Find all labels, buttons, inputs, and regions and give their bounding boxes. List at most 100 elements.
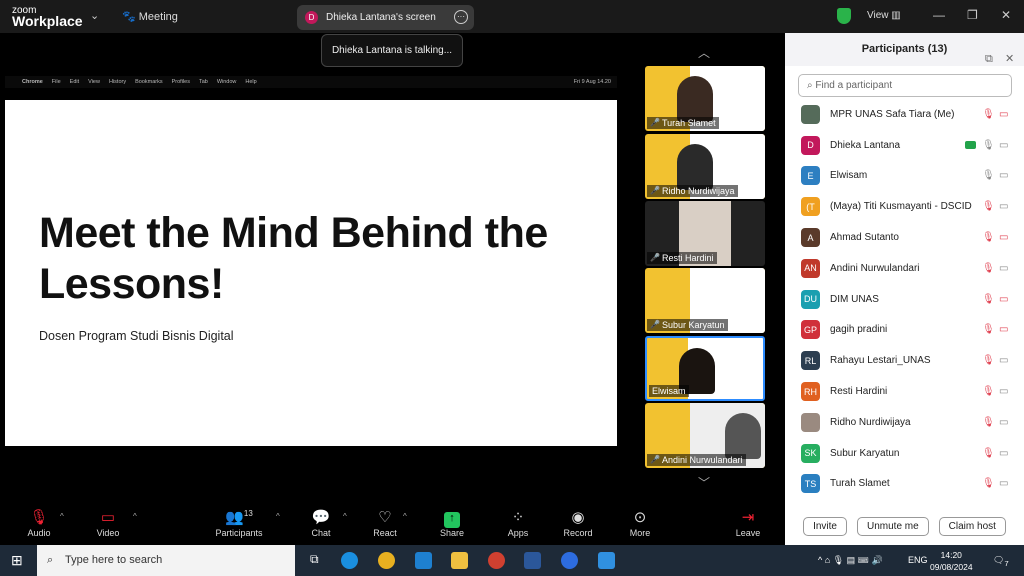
video-icon[interactable]: ▭ — [999, 263, 1008, 274]
participant-row[interactable]: (T (Maya) Titi Kusmayanti - DSCID 🎙 ▭ — [785, 191, 1024, 222]
mic-muted-icon[interactable]: 🎙 — [982, 263, 995, 274]
participant-row[interactable]: Ridho Nurdiwijaya 🎙 ▭ — [785, 407, 1024, 438]
participant-search-input[interactable]: ⌕ Find a participant — [798, 74, 1012, 97]
mail-icon[interactable] — [415, 552, 432, 569]
video-icon[interactable]: ▭ — [999, 201, 1008, 212]
tile-name: Subur Karyatun — [661, 320, 725, 330]
video-tile[interactable]: 🎤 Subur Karyatun — [645, 268, 765, 333]
participant-row[interactable]: TS Turah Slamet 🎙 ▭ — [785, 469, 1024, 500]
invite-button[interactable]: Invite — [803, 517, 847, 536]
video-off-icon[interactable]: ▭ — [999, 109, 1008, 120]
pop-out-icon[interactable]: ⧉ — [985, 43, 993, 76]
notifications-icon[interactable]: 🗨7 — [993, 555, 1009, 568]
share-indicator[interactable]: D Dhieka Lantana's screen ··· — [297, 5, 474, 30]
scroll-up-icon[interactable]: ︿ — [698, 44, 710, 61]
video-tile[interactable]: 🎤 Andini Nurwulandari — [645, 403, 765, 468]
mic-muted-icon[interactable]: 🎙 — [982, 355, 995, 366]
time: 14:20 — [940, 550, 962, 560]
taskbar-search-input[interactable]: ⌕ Type here to search — [37, 545, 295, 576]
screen-share-icon — [965, 141, 976, 150]
restore-icon[interactable]: ❐ — [967, 8, 978, 22]
taskbar-clock[interactable]: 14:20 09/08/2024 — [930, 549, 973, 573]
brand: Workplace — [12, 13, 83, 29]
apps-button[interactable]: ⁘ Apps — [496, 508, 540, 538]
caret-up-icon[interactable]: ^ — [276, 512, 280, 521]
mic-muted-icon[interactable]: 🎙 — [982, 232, 995, 243]
leave-button[interactable]: ⇥ Leave — [726, 508, 770, 538]
participants-button[interactable]: 👥13 Participants — [213, 508, 265, 538]
video-icon[interactable]: ▭ — [999, 140, 1008, 151]
edge-icon[interactable] — [341, 552, 358, 569]
video-icon[interactable]: ▭ — [999, 448, 1008, 459]
claim-host-button[interactable]: Claim host — [938, 517, 1006, 536]
video-tile[interactable]: 🎤 Turah Slamet — [645, 66, 765, 131]
scroll-down-icon[interactable]: ﹀ — [698, 474, 710, 491]
video-off-icon[interactable]: ▭ — [999, 294, 1008, 305]
video-button[interactable]: ▭ Video — [86, 508, 130, 538]
mic-muted-icon[interactable]: 🎙 — [982, 417, 995, 428]
video-icon[interactable]: ▭ — [999, 386, 1008, 397]
photos-icon[interactable] — [598, 552, 615, 569]
participant-row[interactable]: MPR UNAS Safa Tiara (Me) 🎙 ▭ — [785, 99, 1024, 130]
mic-muted-icon[interactable]: 🎙 — [982, 109, 995, 120]
windows-taskbar: ⊞ ⌕ Type here to search ⧉ ^ ⌂ 🎙 ▤ ⌨ 🔊 ENG… — [0, 545, 1024, 576]
tile-name: Turah Slamet — [661, 118, 716, 128]
language-indicator[interactable]: ENG — [908, 555, 928, 565]
zoom-icon[interactable] — [561, 552, 578, 569]
participant-row[interactable]: RH Resti Hardini 🎙 ▭ — [785, 376, 1024, 407]
chat-button[interactable]: 💬 Chat — [299, 508, 343, 538]
close-icon[interactable]: ✕ — [1001, 8, 1011, 22]
tray-icons[interactable]: ^ ⌂ 🎙 ▤ ⌨ 🔊 — [818, 555, 883, 566]
participant-row[interactable]: DU DIM UNAS 🎙 ▭ — [785, 284, 1024, 315]
word-icon[interactable] — [524, 552, 541, 569]
audio-button[interactable]: 🎙 Audio — [17, 508, 61, 538]
mic-muted-icon[interactable]: 🎙 — [982, 201, 995, 212]
video-icon[interactable]: ▭ — [999, 355, 1008, 366]
video-off-icon[interactable]: ▭ — [999, 324, 1008, 335]
participant-row[interactable]: RL Rahayu Lestari_UNAS 🎙 ▭ — [785, 345, 1024, 376]
participant-row[interactable]: AN Andini Nurwulandari 🎙 ▭ — [785, 253, 1024, 284]
caret-up-icon[interactable]: ^ — [343, 512, 347, 521]
caret-up-icon[interactable]: ^ — [60, 512, 64, 521]
video-icon[interactable]: ▭ — [999, 478, 1008, 489]
participant-row[interactable]: E Elwisam 🎙 ▭ — [785, 161, 1024, 192]
chrome-profile-icon[interactable] — [488, 552, 505, 569]
mic-icon[interactable]: 🎙 — [982, 170, 995, 181]
participant-row[interactable]: GP gagih pradini 🎙 ▭ — [785, 315, 1024, 346]
video-tile[interactable]: Elwisam — [645, 336, 765, 401]
record-button[interactable]: ◉ Record — [556, 508, 600, 538]
video-tile[interactable]: 🎤 Ridho Nurdiwijaya — [645, 134, 765, 199]
react-button[interactable]: ♡ React — [363, 508, 407, 538]
unmute-button[interactable]: Unmute me — [856, 517, 929, 536]
participant-row[interactable]: SK Subur Karyatun 🎙 ▭ — [785, 438, 1024, 469]
audio-label: Audio — [27, 528, 51, 538]
more-button[interactable]: ⊙ More — [618, 508, 662, 538]
chrome-icon[interactable] — [378, 552, 395, 569]
caret-up-icon[interactable]: ^ — [403, 512, 407, 521]
minimize-icon[interactable]: — — [933, 8, 945, 22]
more-options-icon[interactable]: ··· — [454, 10, 468, 24]
close-panel-icon[interactable]: ✕ — [1005, 43, 1014, 76]
video-off-icon[interactable]: ▭ — [999, 232, 1008, 243]
mic-icon[interactable]: 🎙 — [982, 140, 995, 151]
chevron-down-icon[interactable]: ⌄ — [90, 9, 99, 22]
video-icon[interactable]: ▭ — [999, 417, 1008, 428]
avatar: D — [305, 11, 318, 24]
view-button[interactable]: View ▥ — [867, 10, 901, 21]
task-view-icon[interactable]: ⧉ — [310, 552, 327, 569]
participant-row[interactable]: A Ahmad Sutanto 🎙 ▭ — [785, 222, 1024, 253]
video-tile[interactable]: 🎤 Resti Hardini — [645, 201, 765, 266]
mic-muted-icon[interactable]: 🎙 — [982, 386, 995, 397]
share-button[interactable]: ↑ Share — [430, 508, 474, 538]
video-icon[interactable]: ▭ — [999, 170, 1008, 181]
mic-muted-icon[interactable]: 🎙 — [982, 324, 995, 335]
mic-muted-icon[interactable]: 🎙 — [982, 478, 995, 489]
mic-muted-icon[interactable]: 🎙 — [982, 294, 995, 305]
mic-muted-icon[interactable]: 🎙 — [982, 448, 995, 459]
meeting-menu[interactable]: 🐾 Meeting — [122, 10, 178, 23]
file-explorer-icon[interactable] — [451, 552, 468, 569]
caret-up-icon[interactable]: ^ — [133, 512, 137, 521]
participant-row[interactable]: D Dhieka Lantana 🎙 ▭ — [785, 130, 1024, 161]
shield-icon[interactable] — [837, 8, 851, 24]
windows-start-icon[interactable]: ⊞ — [11, 552, 23, 569]
